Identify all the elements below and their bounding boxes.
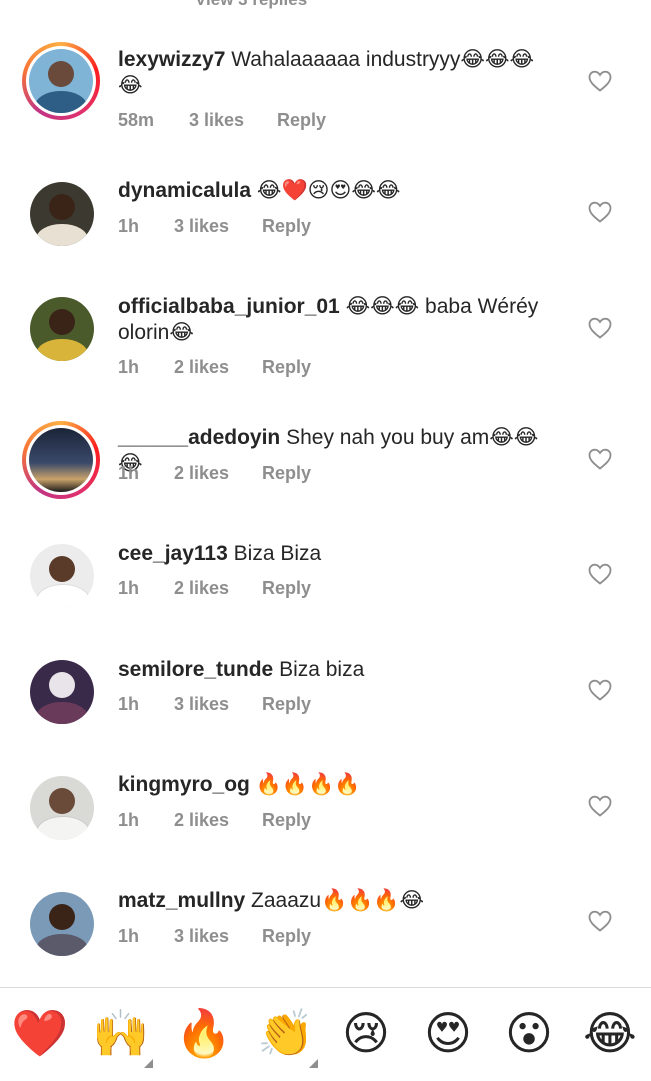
- comment-likes[interactable]: 2 likes: [174, 357, 262, 378]
- avatar[interactable]: [30, 892, 94, 956]
- comment-username[interactable]: matz_mullny: [118, 889, 245, 912]
- comment-text: cee_jay113 Biza Biza: [118, 541, 558, 567]
- clapping-hands-emoji-button[interactable]: 👏: [256, 1002, 318, 1068]
- comment-time: 58m: [118, 110, 155, 130]
- reply-button[interactable]: Reply: [262, 357, 311, 378]
- like-heart-icon[interactable]: [588, 563, 612, 585]
- comment-username[interactable]: lexywizzy7: [118, 48, 225, 71]
- comment-meta: 1h 2 likes Reply: [118, 810, 311, 831]
- quick-reaction-bar: ❤️ 🙌 🔥 👏 😢 😍 😮 😂: [0, 1002, 651, 1068]
- like-heart-icon[interactable]: [588, 795, 612, 817]
- heart-emoji-button[interactable]: ❤️: [10, 1002, 70, 1064]
- comment-username[interactable]: semilore_tunde: [118, 658, 273, 681]
- view-replies-link[interactable]: View 3 replies: [195, 0, 307, 10]
- comment-likes[interactable]: 2 likes: [174, 463, 262, 484]
- like-heart-icon[interactable]: [588, 910, 612, 932]
- comment-time: 1h: [118, 463, 140, 483]
- avatar[interactable]: [30, 297, 94, 361]
- fire-emoji-button[interactable]: 🔥: [174, 1002, 234, 1064]
- avatar: [29, 428, 93, 492]
- comment-username[interactable]: officialbaba_junior_01: [118, 295, 340, 318]
- crying-face-emoji-button[interactable]: 😢: [336, 1002, 396, 1064]
- comment-likes[interactable]: 3 likes: [174, 926, 262, 947]
- avatar: [29, 49, 93, 113]
- comment-meta: 1h 2 likes Reply: [118, 357, 311, 378]
- comment-body: Biza biza: [279, 658, 365, 681]
- reply-button[interactable]: Reply: [262, 926, 311, 947]
- avatar[interactable]: [30, 544, 94, 608]
- comment-text: officialbaba_junior_01 😂😂😂 baba Wéréy ol…: [118, 294, 558, 346]
- tears-of-joy-emoji-button[interactable]: 😂: [580, 1002, 640, 1064]
- emoji-bar-divider: [0, 987, 651, 988]
- like-heart-icon[interactable]: [588, 201, 612, 223]
- reply-button[interactable]: Reply: [262, 216, 311, 237]
- comment-text: semilore_tunde Biza biza: [118, 657, 558, 683]
- like-heart-icon[interactable]: [588, 317, 612, 339]
- avatar[interactable]: [30, 182, 94, 246]
- comment-text: matz_mullny Zaaazu🔥🔥🔥😂: [118, 888, 558, 914]
- comment-meta: 1h 3 likes Reply: [118, 926, 311, 947]
- comment-body: Zaaazu🔥🔥🔥😂: [251, 889, 425, 912]
- story-ring[interactable]: [22, 42, 100, 120]
- comment-body: 😂❤️😢😍😂😂: [256, 179, 401, 202]
- like-heart-icon[interactable]: [588, 70, 612, 92]
- comment-time: 1h: [118, 578, 140, 598]
- avatar[interactable]: [30, 776, 94, 840]
- like-heart-icon[interactable]: [588, 679, 612, 701]
- comment-meta: 58m 3 likes Reply: [118, 110, 326, 131]
- comment-username[interactable]: ______adedoyin: [118, 426, 280, 449]
- like-heart-icon[interactable]: [588, 448, 612, 470]
- variants-indicator-icon: [144, 1059, 153, 1068]
- comment-time: 1h: [118, 810, 140, 830]
- comment-text: dynamicalula 😂❤️😢😍😂😂: [118, 178, 558, 204]
- reply-button[interactable]: Reply: [262, 694, 311, 715]
- comment-likes[interactable]: 3 likes: [174, 216, 262, 237]
- avatar[interactable]: [30, 660, 94, 724]
- raising-hands-emoji: 🙌: [92, 1007, 150, 1059]
- comment-body: 🔥🔥🔥🔥: [255, 773, 361, 796]
- comment-body: Biza Biza: [233, 542, 322, 565]
- comment-username[interactable]: dynamicalula: [118, 179, 251, 202]
- comment-likes[interactable]: 2 likes: [174, 578, 262, 599]
- comment-time: 1h: [118, 216, 140, 236]
- comment-meta: 1h 3 likes Reply: [118, 216, 311, 237]
- heart-eyes-emoji-button[interactable]: 😍: [418, 1002, 478, 1064]
- reply-button[interactable]: Reply: [262, 463, 311, 484]
- comment-likes[interactable]: 3 likes: [174, 694, 262, 715]
- comment-text: lexywizzy7 Wahalaaaaaa industryyy😂😂😂😂: [118, 47, 558, 99]
- comment-text: kingmyro_og 🔥🔥🔥🔥: [118, 772, 558, 798]
- comment-username[interactable]: cee_jay113: [118, 542, 228, 565]
- comment-likes[interactable]: 3 likes: [189, 110, 277, 131]
- comment-meta: 1h 2 likes Reply: [118, 578, 311, 599]
- comment-meta: 1h 2 likes Reply: [118, 463, 311, 484]
- reply-button[interactable]: Reply: [277, 110, 326, 131]
- comment-username[interactable]: kingmyro_og: [118, 773, 250, 796]
- comment-meta: 1h 3 likes Reply: [118, 694, 311, 715]
- variants-indicator-icon: [309, 1059, 318, 1068]
- story-ring[interactable]: [22, 421, 100, 499]
- surprised-face-emoji-button[interactable]: 😮: [499, 1002, 559, 1064]
- reply-button[interactable]: Reply: [262, 578, 311, 599]
- comment-likes[interactable]: 2 likes: [174, 810, 262, 831]
- comment-time: 1h: [118, 357, 140, 377]
- raising-hands-emoji-button[interactable]: 🙌: [91, 1002, 153, 1068]
- reply-button[interactable]: Reply: [262, 810, 311, 831]
- clapping-hands-emoji: 👏: [257, 1007, 315, 1059]
- comment-time: 1h: [118, 926, 140, 946]
- comment-time: 1h: [118, 694, 140, 714]
